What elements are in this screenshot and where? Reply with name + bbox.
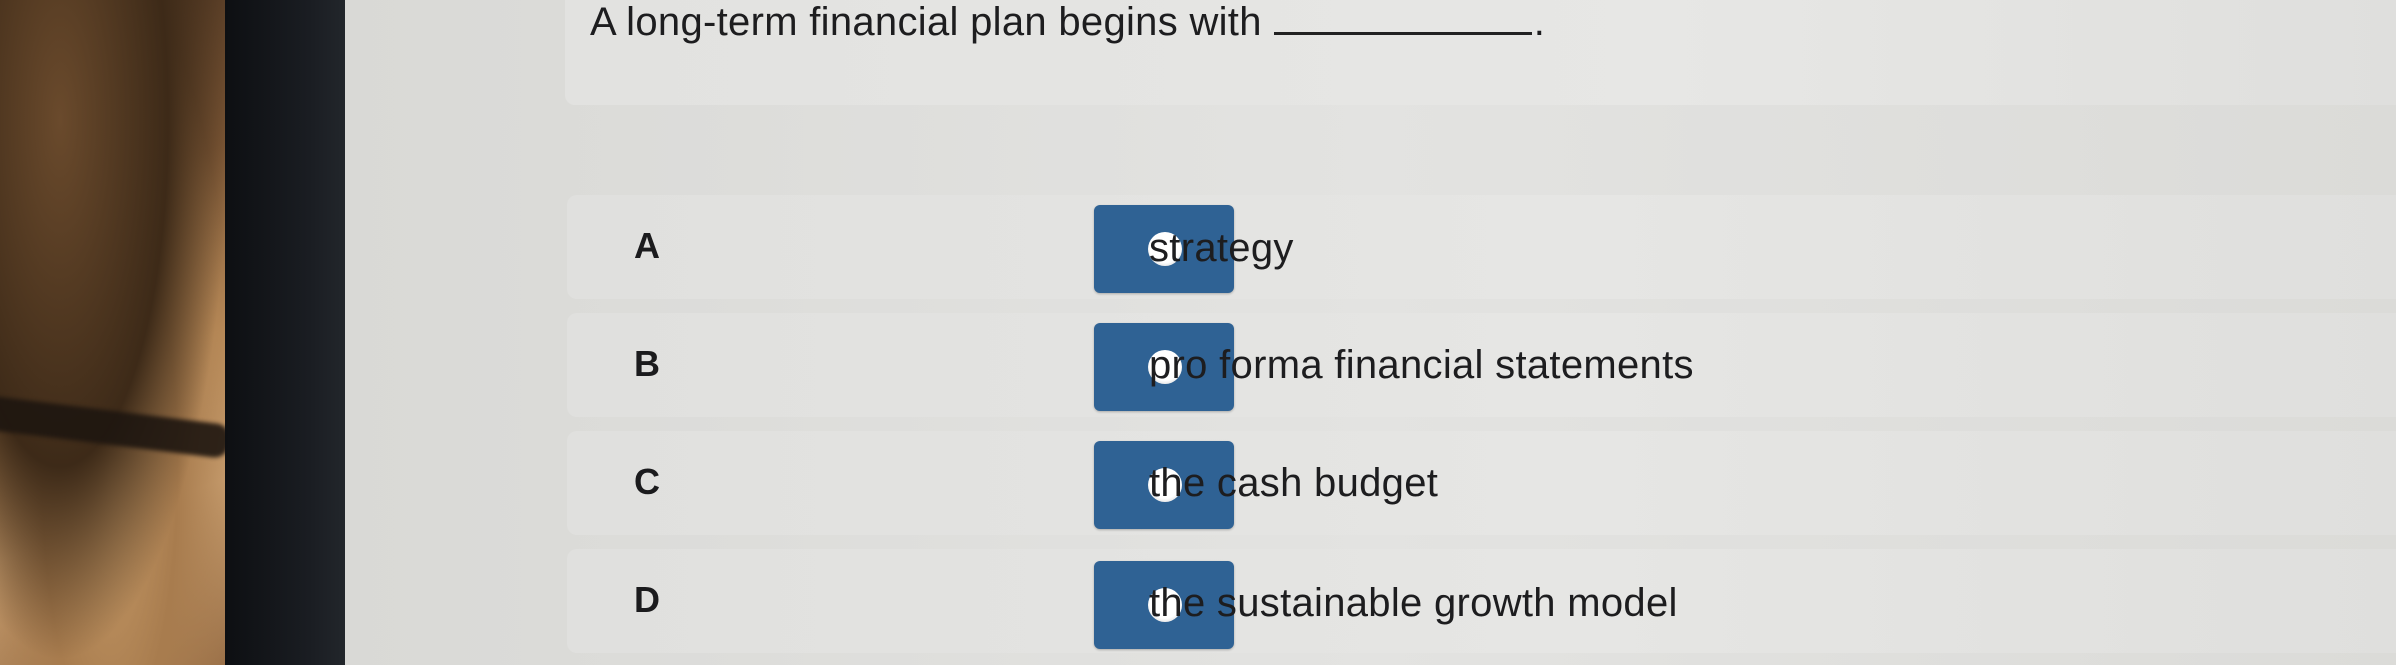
background-fabric (0, 0, 230, 665)
option-b-letter: B (634, 343, 660, 384)
option-c-row[interactable]: C the cash budget (567, 431, 2396, 535)
option-b-text: pro forma financial statements (1149, 343, 1694, 387)
option-a-letter: A (634, 225, 660, 266)
option-c-letter: C (634, 461, 660, 502)
answer-blank (1273, 4, 1532, 35)
option-d-row[interactable]: D the sustainable growth model (567, 549, 2396, 653)
question-period: . (1533, 0, 1546, 44)
quiz-screen: A long-term financial plan begins with. … (345, 0, 2396, 665)
question-prompt: A long-term financial plan begins with. (590, 0, 1545, 45)
photo-of-screen: A long-term financial plan begins with. … (0, 0, 2396, 665)
option-c-text: the cash budget (1149, 461, 1439, 505)
option-d-letter: D (634, 579, 660, 620)
monitor-bezel (225, 0, 345, 665)
option-d-text: the sustainable growth model (1149, 581, 1678, 625)
option-b-row[interactable]: B pro forma financial statements (567, 313, 2396, 417)
option-a-text: strategy (1149, 226, 1294, 270)
option-a-row[interactable]: A strategy (567, 195, 2396, 299)
question-text: A long-term financial plan begins with (590, 0, 1262, 44)
